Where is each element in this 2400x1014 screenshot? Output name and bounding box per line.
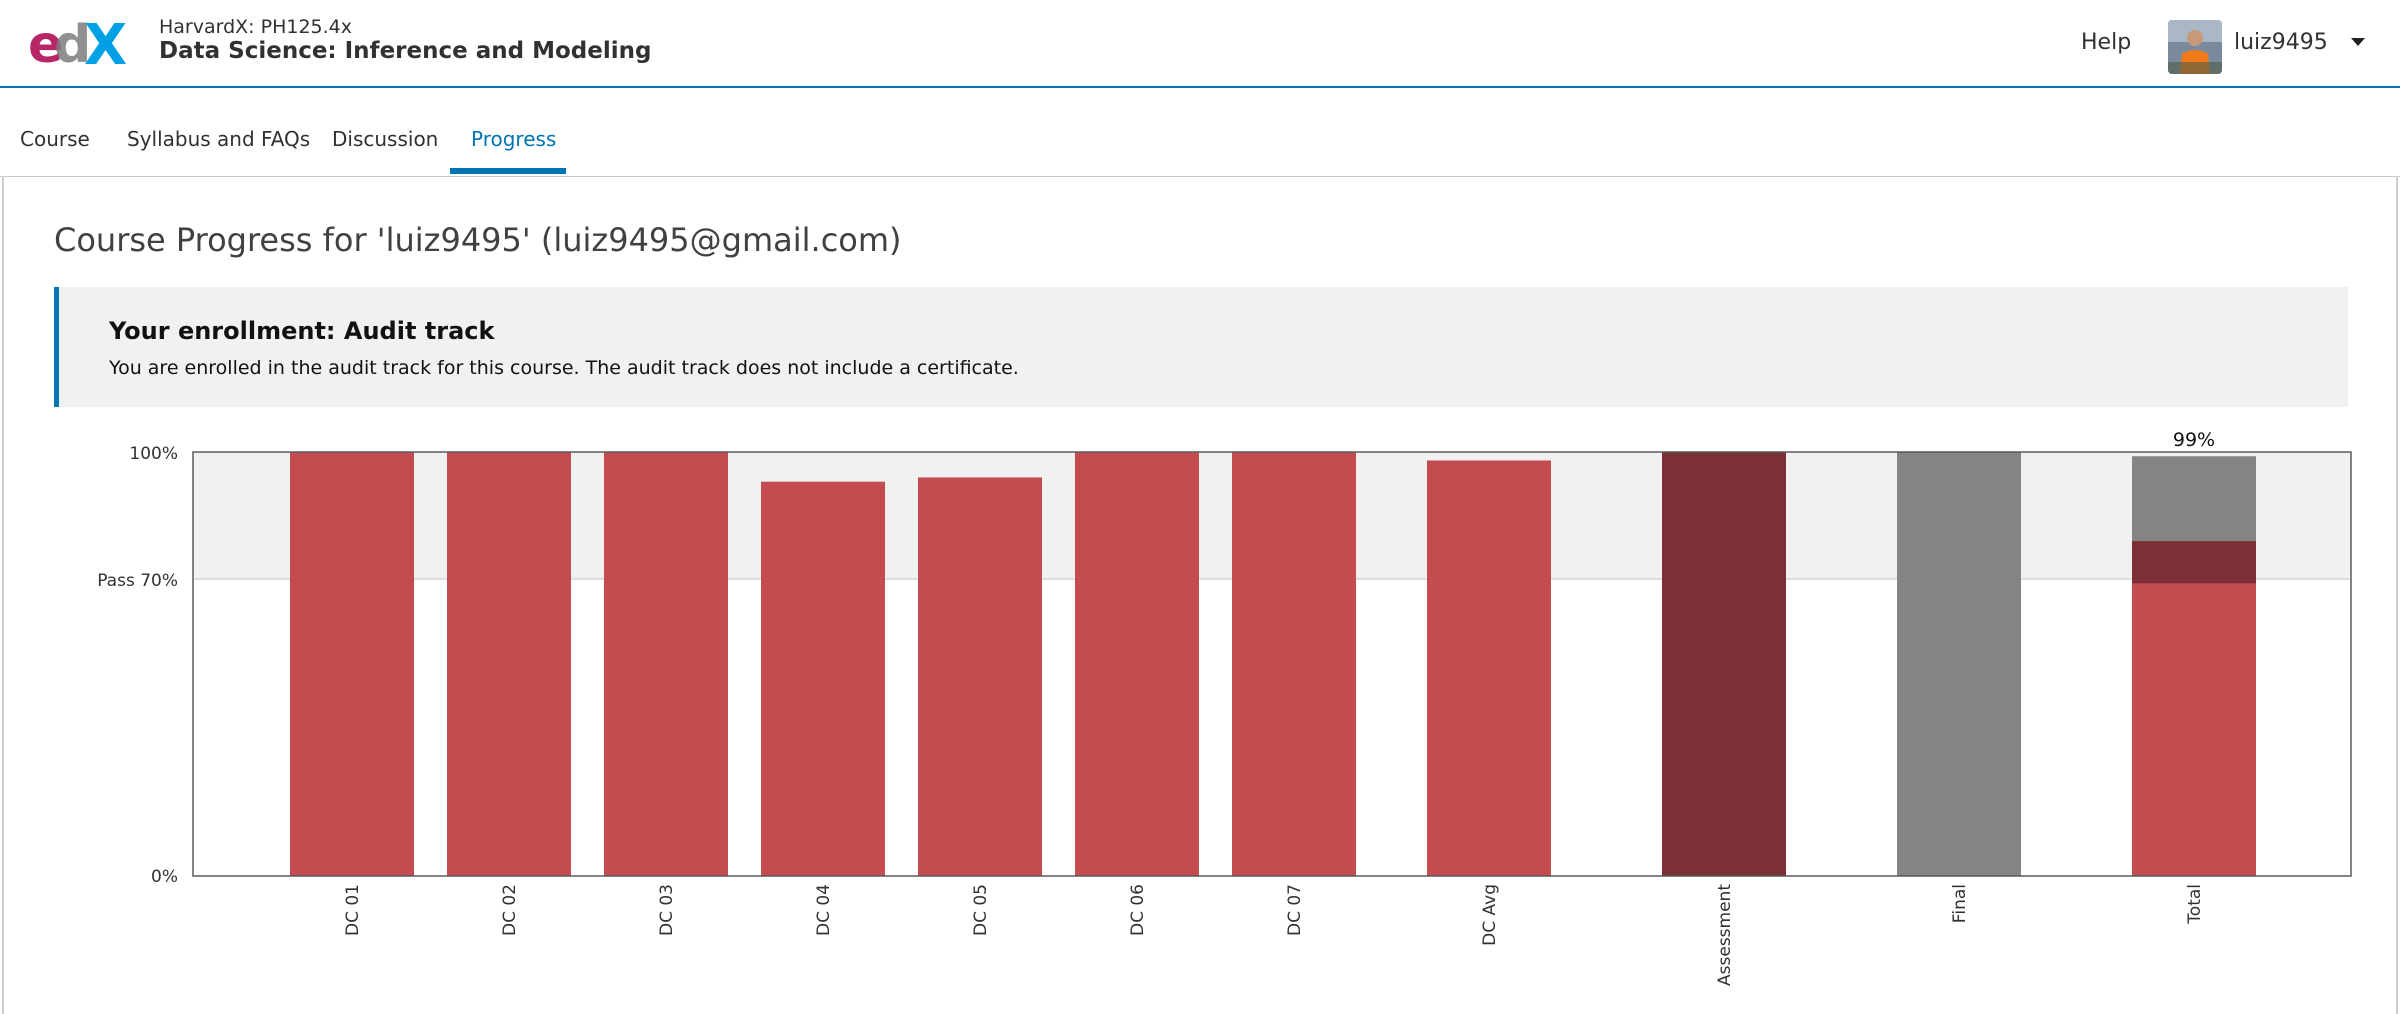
bar-dc-07	[1232, 452, 1356, 876]
tab-progress[interactable]: Progress	[471, 127, 556, 151]
x-tick-dc-01: DC 01	[343, 884, 363, 936]
bar-dc-avg	[1427, 460, 1551, 876]
x-tick-assessment: Assessment	[1715, 884, 1735, 986]
svg-text:d: d	[54, 17, 87, 69]
x-tick-dc-06: DC 06	[1128, 884, 1148, 936]
bar-total-final-segment	[2132, 456, 2256, 542]
bar-dc-01	[290, 452, 414, 876]
y-tick-pass: Pass 70%	[97, 571, 178, 591]
course-org: HarvardX: PH125.4x	[159, 16, 353, 38]
site-header: e d X HarvardX: PH125.4x Data Science: I…	[0, 0, 2400, 88]
x-tick-dc-02: DC 02	[500, 884, 520, 936]
bar-dc-04	[761, 481, 885, 876]
tab-syllabus-and-faqs[interactable]: Syllabus and FAQs	[127, 127, 310, 151]
bar-total-dc-segment	[2132, 583, 2256, 876]
avatar[interactable]	[2168, 20, 2222, 74]
x-tick-dc-07: DC 07	[1285, 884, 1305, 936]
tab-course[interactable]: Course	[20, 127, 90, 151]
chevron-down-icon[interactable]	[2351, 38, 2365, 46]
x-tick-dc-03: DC 03	[657, 884, 677, 936]
enrollment-notice: Your enrollment: Audit track You are enr…	[54, 287, 2348, 407]
total-grade-label: 99%	[2173, 429, 2215, 451]
help-link[interactable]: Help	[2081, 30, 2131, 55]
y-tick-100: 100%	[129, 444, 178, 464]
x-tick-dc-04: DC 04	[814, 884, 834, 936]
active-tab-indicator	[450, 168, 566, 174]
bar-dc-03	[604, 452, 728, 876]
tab-discussion[interactable]: Discussion	[332, 127, 438, 151]
bar-final	[1897, 452, 2021, 876]
bar-assessment	[1662, 452, 1786, 876]
x-tick-dc-avg: DC Avg	[1480, 884, 1500, 946]
edx-logo[interactable]: e d X	[28, 17, 132, 69]
bar-dc-02	[447, 452, 571, 876]
x-tick-total: Total	[2185, 884, 2205, 925]
bar-dc-05	[918, 477, 1042, 876]
svg-text:X: X	[84, 17, 127, 69]
page-title: Course Progress for 'luiz9495' (luiz9495…	[54, 221, 902, 259]
enrollment-body: You are enrolled in the audit track for …	[109, 357, 1019, 379]
course-name: Data Science: Inference and Modeling	[159, 38, 652, 64]
enrollment-title: Your enrollment: Audit track	[109, 317, 495, 345]
x-tick-final: Final	[1950, 884, 1970, 923]
bar-dc-06	[1075, 452, 1199, 876]
x-tick-dc-05: DC 05	[971, 884, 991, 936]
bar-total-assessment-segment	[2132, 541, 2256, 584]
y-tick-0: 0%	[151, 867, 178, 887]
username[interactable]: luiz9495	[2234, 30, 2328, 55]
course-tabs: Course Syllabus and FAQs Discussion Prog…	[0, 88, 2400, 177]
